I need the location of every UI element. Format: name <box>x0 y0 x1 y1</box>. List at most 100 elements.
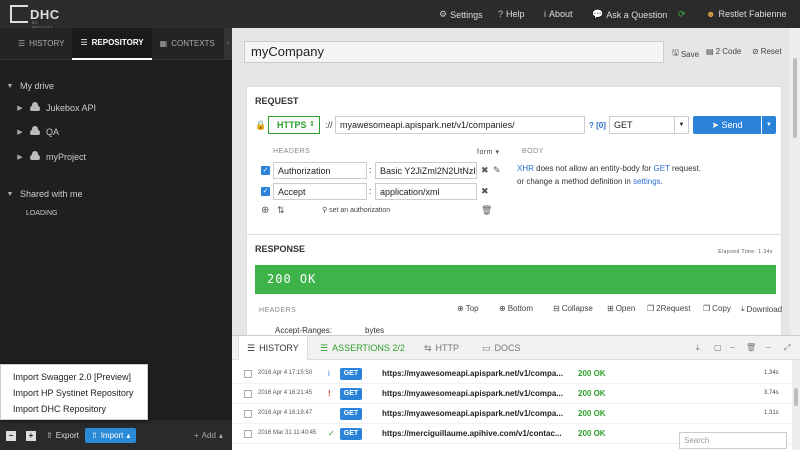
header-name-input[interactable]: Authorization <box>273 162 367 179</box>
edit-pencil-icon[interactable]: ✎ <box>493 165 501 176</box>
open-button[interactable]: ⊞ Open <box>607 304 635 313</box>
history-row[interactable]: 2016 Apr 4 16:19:47 GET https://myawesom… <box>232 404 792 424</box>
collapse-panel-handle[interactable]: ‹ <box>224 28 232 60</box>
request-name-input[interactable]: myCompany <box>244 41 664 63</box>
save-button[interactable]: 🖫 Save <box>672 47 699 61</box>
tree-project-jukebox[interactable]: ▶ Jukebox API <box>16 100 96 116</box>
minus-icon[interactable]: − <box>766 343 771 352</box>
header-value-input[interactable]: application/xml <box>375 183 477 200</box>
tree-project-qa[interactable]: ▶ QA <box>16 124 59 140</box>
header-enabled-checkbox[interactable]: ✓ <box>261 187 270 196</box>
row-date: 2016 Apr 4 16:21:45 <box>258 390 313 396</box>
copy-button[interactable]: ❐ Copy <box>703 304 731 313</box>
send-options-button[interactable]: ▼ <box>762 116 776 134</box>
add-header-icon[interactable]: ⊕ <box>261 205 269 216</box>
chevron-down-icon: ▼ <box>6 190 14 198</box>
remove-header-icon[interactable]: ✖ <box>481 186 489 197</box>
reset-button[interactable]: ⊘ Reset <box>752 47 782 56</box>
tab-contexts[interactable]: ▦ CONTEXTS <box>152 28 223 60</box>
tree-project-myproject[interactable]: ▶ myProject <box>16 149 86 165</box>
row-checkbox[interactable] <box>244 390 252 398</box>
export-button[interactable]: ⇪ Export <box>46 428 79 443</box>
menu-import-hp-systinet[interactable]: Import HP Systinet Repository <box>1 385 147 401</box>
download-button[interactable]: ⤓ Download <box>741 304 782 314</box>
get-link[interactable]: GET <box>654 164 670 173</box>
main-scrollbar[interactable] <box>790 28 800 340</box>
help-menu[interactable]: ? Help <box>498 9 525 19</box>
bottom-label: Bottom <box>507 304 534 313</box>
row-checkbox[interactable] <box>244 370 252 378</box>
scrollbar-thumb[interactable] <box>794 388 798 406</box>
trash-icon[interactable]: 🗑 <box>481 205 492 216</box>
request-card: REQUEST 🔒 HTTPS ⇕ :// myawesomeapi.apisp… <box>246 86 782 248</box>
menu-import-swagger[interactable]: Import Swagger 2.0 [Preview] <box>1 369 147 385</box>
history-search-input[interactable]: Search <box>679 432 787 449</box>
ask-question-menu[interactable]: 💬 Ask a Question <box>592 9 667 20</box>
tree-my-drive[interactable]: ▼ My drive <box>6 78 54 94</box>
about-menu[interactable]: i About <box>544 9 573 19</box>
reset-icon: ⊘ <box>752 47 759 56</box>
remove-header-icon[interactable]: ✖ <box>481 165 489 176</box>
set-authorization-link[interactable]: ⚲ set an authorization <box>322 206 390 214</box>
method-badge: GET <box>340 408 362 420</box>
sort-icon[interactable]: ⇅ <box>277 205 285 216</box>
xhr-link[interactable]: XHR <box>517 164 534 173</box>
left-footer: − + ⇪ Export ⇧ Import ▴ + Add ▴ <box>0 420 232 450</box>
tab-docs[interactable]: ▭ DOCS <box>482 336 521 360</box>
code-button[interactable]: ▤ 2 Code <box>706 47 741 56</box>
tab-repository[interactable]: ☰ REPOSITORY <box>72 28 152 60</box>
tab-history-bottom[interactable]: ☰ HISTORY <box>238 336 308 360</box>
minus-icon[interactable]: − <box>730 343 735 352</box>
save-icon: 🖫 <box>672 48 679 57</box>
to-request-button[interactable]: ❐ 2Request <box>647 304 690 313</box>
send-button[interactable]: ➤ Send <box>693 116 761 134</box>
tree-shared-with-me[interactable]: ▼ Shared with me <box>6 186 83 202</box>
collapse-button[interactable]: ⊟ Collapse <box>553 304 593 313</box>
collapse-all-button[interactable]: − <box>6 428 16 443</box>
menu-import-dhc[interactable]: Import DHC Repository <box>1 401 147 417</box>
expand-all-button[interactable]: + <box>26 428 36 443</box>
form-toggle[interactable]: form ▾ <box>477 148 499 156</box>
sync-button[interactable]: ⟳ <box>678 9 686 20</box>
history-row[interactable]: 2016 Apr 4 17:15:50 i GET https://myawes… <box>232 364 792 384</box>
history-scrollbar[interactable] <box>792 360 800 450</box>
history-row[interactable]: 2016 Apr 4 16:21:45 ! GET https://myawes… <box>232 384 792 404</box>
scrollbar-thumb[interactable] <box>793 58 797 138</box>
list-icon: ☰ <box>247 343 256 353</box>
trash-icon[interactable]: 🗑 <box>746 343 756 352</box>
url-input[interactable]: myawesomeapi.apispark.net/v1/companies/ <box>335 116 585 134</box>
header-name-input[interactable]: Accept <box>273 183 367 200</box>
form-label: form <box>477 149 493 156</box>
tab-history[interactable]: ☰ HISTORY <box>0 28 72 60</box>
row-checkbox[interactable] <box>244 410 252 418</box>
settings-menu[interactable]: ⚙ Settings <box>439 9 483 20</box>
header-enabled-checkbox[interactable]: ✓ <box>261 166 270 175</box>
chevron-right-icon: ▶ <box>17 129 23 136</box>
settings-link[interactable]: settings <box>633 177 661 186</box>
row-checkbox[interactable] <box>244 430 252 438</box>
add-button[interactable]: + Add ▴ <box>194 428 223 443</box>
import-button[interactable]: ⇧ Import ▴ <box>85 428 137 443</box>
tab-label: ASSERTIONS 2/2 <box>332 343 405 353</box>
user-menu[interactable]: ☻ Restlet Fabienne <box>706 9 787 19</box>
reset-label: Reset <box>760 47 782 56</box>
expand-icon[interactable]: ⤢ <box>784 343 790 353</box>
download-icon[interactable]: ⤓ <box>696 343 700 353</box>
cloud-icon <box>30 102 40 111</box>
params-toggle[interactable]: ? [0] <box>589 121 606 130</box>
body-text-1-end: request. <box>669 164 701 173</box>
header-colon: : <box>369 186 372 196</box>
header-value-input[interactable]: Basic Y2JiZml2N2UtNzI <box>375 162 477 179</box>
response-status-bar: 200 OK <box>255 265 776 294</box>
headers-label: HEADERS <box>273 148 311 155</box>
scheme-select[interactable]: HTTPS ⇕ <box>268 116 320 134</box>
method-select[interactable]: GET ▼ <box>609 116 689 134</box>
user-avatar-icon: ☻ <box>706 9 716 19</box>
tab-http[interactable]: ⇆ HTTP <box>424 336 459 360</box>
import-menu: Import Swagger 2.0 [Preview] Import HP S… <box>0 364 148 420</box>
checkbox-icon[interactable]: ▢ <box>714 343 722 352</box>
gear-icon: ⚙ <box>439 9 448 19</box>
top-button[interactable]: ⊕ Top <box>457 304 479 313</box>
tab-assertions[interactable]: ☰ ASSERTIONS 2/2 <box>320 336 405 360</box>
bottom-button[interactable]: ⊕ Bottom <box>499 304 533 313</box>
